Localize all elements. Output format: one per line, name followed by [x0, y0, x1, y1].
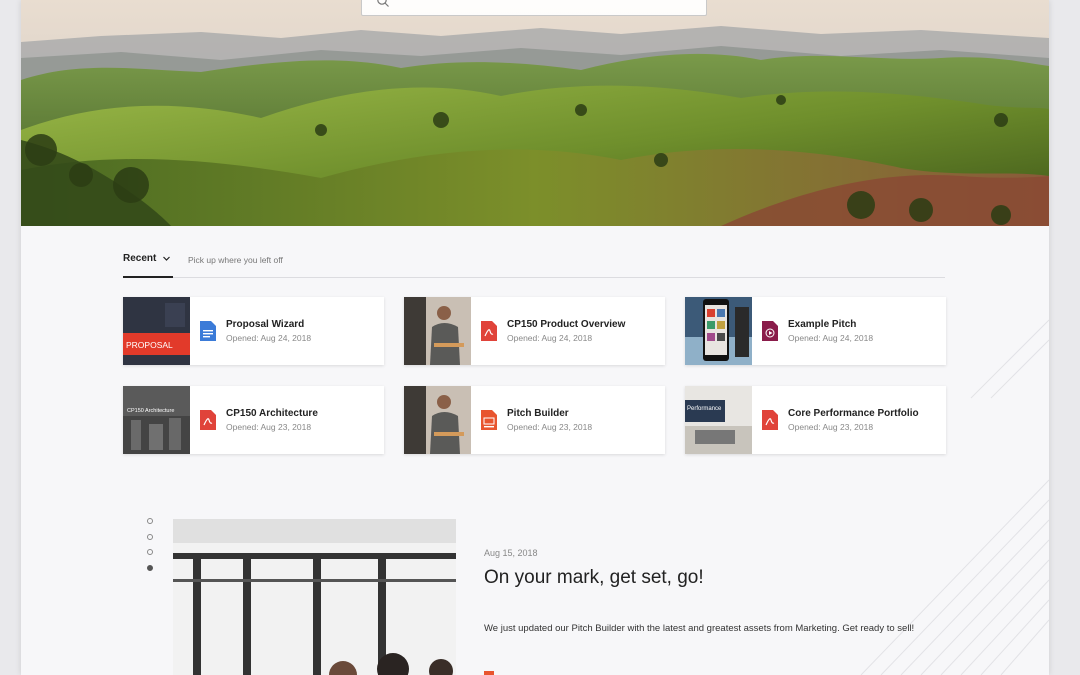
card-title: CP150 Product Overview [507, 319, 626, 330]
thumb-text: CP150 Architecture [127, 408, 174, 414]
carousel-dot[interactable] [147, 549, 153, 555]
card-thumbnail: CP150 Architecture [123, 386, 190, 454]
thumb-text: Performance [687, 406, 722, 412]
tab-recent-label: Recent [123, 253, 157, 264]
card-thumbnail [404, 297, 471, 365]
recent-card[interactable]: Pitch Builder Opened: Aug 23, 2018 [404, 386, 665, 454]
carousel-dot-active[interactable] [147, 564, 153, 571]
hero-banner [21, 0, 1049, 226]
recent-tabs-bar: Recent Pick up where you left off [123, 247, 945, 278]
page: Recent Pick up where you left off PROPOS… [21, 0, 1049, 675]
recent-card[interactable]: CP150 Product Overview Opened: Aug 24, 2… [404, 297, 665, 365]
card-thumbnail: PROPOSAL [123, 297, 190, 365]
card-title: Pitch Builder [507, 408, 569, 419]
card-thumbnail [685, 297, 752, 365]
card-thumbnail: Performance [685, 386, 752, 454]
news-body: We just updated our Pitch Builder with t… [484, 623, 915, 634]
card-date: Opened: Aug 24, 2018 [226, 333, 312, 343]
card-title: CP150 Architecture [226, 408, 318, 419]
thumb-text: PROPOSAL [126, 340, 173, 350]
recent-card[interactable]: CP150 Architecture CP150 Architecture Op… [123, 386, 384, 454]
pdf-file-icon [200, 410, 216, 430]
carousel-dot[interactable] [147, 518, 153, 524]
doc-file-icon [200, 321, 216, 341]
card-date: Opened: Aug 23, 2018 [507, 422, 593, 432]
decorative-lines [860, 319, 1049, 675]
chevron-down-icon [163, 256, 171, 261]
news-link-icon[interactable] [484, 671, 494, 675]
ppt-file-icon [481, 410, 497, 430]
news-title: On your mark, get set, go! [484, 567, 704, 588]
card-date: Opened: Aug 24, 2018 [507, 333, 593, 343]
carousel-dot[interactable] [147, 533, 153, 540]
news-photo [173, 519, 456, 675]
card-date: Opened: Aug 23, 2018 [226, 422, 312, 432]
search-input[interactable] [361, 0, 707, 16]
search-icon[interactable] [376, 0, 390, 8]
tab-recent[interactable]: Recent [123, 247, 174, 278]
recent-subtitle: Pick up where you left off [188, 254, 283, 265]
video-file-icon [762, 321, 778, 341]
card-thumbnail [404, 386, 471, 454]
pdf-file-icon [481, 321, 497, 341]
hero-landscape-image [21, 0, 1049, 226]
card-title: Proposal Wizard [226, 319, 305, 330]
carousel-dots [147, 518, 155, 580]
recent-card[interactable]: PROPOSAL Proposal Wizard Opened: Aug 24,… [123, 297, 384, 365]
news-date: Aug 15, 2018 [484, 548, 538, 558]
pdf-file-icon [762, 410, 778, 430]
